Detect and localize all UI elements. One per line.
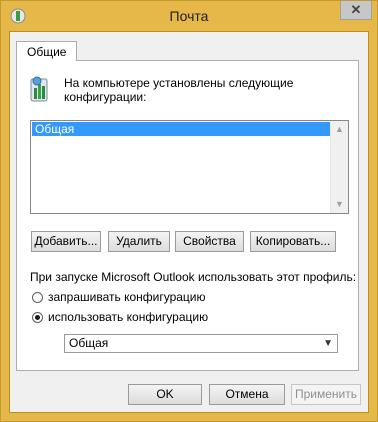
list-item[interactable]: Общая: [32, 122, 332, 136]
radio-selected-dot: [35, 314, 40, 320]
use-config-label: использовать конфигурацию: [48, 310, 209, 324]
window-title: Почта: [169, 8, 209, 24]
use-config-radio-row[interactable]: использовать конфигурацию: [32, 310, 208, 324]
close-button[interactable]: ✕: [340, 1, 372, 20]
vertical-scrollbar[interactable]: ▲ ▼: [330, 121, 348, 213]
cancel-button[interactable]: Отмена: [209, 384, 285, 405]
chevron-down-icon: ▼: [323, 338, 333, 349]
general-tab-panel: На компьютере установлены следующие конф…: [16, 60, 359, 371]
tab-general[interactable]: Общие: [16, 41, 78, 61]
copy-button[interactable]: Копировать...: [250, 231, 336, 252]
mail-dialog-window: Почта ✕ Общие На компьютере установлены …: [0, 0, 378, 422]
prompt-config-label: запрашивать конфигурацию: [48, 290, 206, 304]
scroll-up-icon[interactable]: ▲: [331, 121, 348, 138]
add-button[interactable]: Добавить...: [31, 231, 101, 252]
prompt-config-radio[interactable]: [32, 291, 43, 303]
profiles-listbox[interactable]: Общая ▲ ▼: [30, 120, 349, 214]
profile-select[interactable]: Общая ▼: [64, 334, 338, 353]
profile-select-value: Общая: [69, 336, 109, 350]
properties-button[interactable]: Свойства: [175, 231, 244, 252]
apply-button[interactable]: Применить: [291, 384, 361, 405]
mail-profile-icon: [30, 76, 48, 102]
use-config-radio[interactable]: [32, 311, 43, 323]
dialog-client-area: Общие На компьютере установлены следующи…: [9, 31, 369, 413]
remove-button[interactable]: Удалить: [108, 231, 170, 252]
ok-button[interactable]: OK: [128, 384, 202, 405]
close-icon: ✕: [350, 2, 362, 17]
scroll-down-icon[interactable]: ▼: [331, 196, 348, 213]
prompt-config-radio-row[interactable]: запрашивать конфигурацию: [32, 290, 206, 304]
title-bar[interactable]: Почта ✕: [1, 1, 377, 31]
startup-profile-label: При запуске Microsoft Outlook использова…: [30, 270, 357, 284]
configurations-intro: На компьютере установлены следующие конф…: [64, 76, 294, 104]
